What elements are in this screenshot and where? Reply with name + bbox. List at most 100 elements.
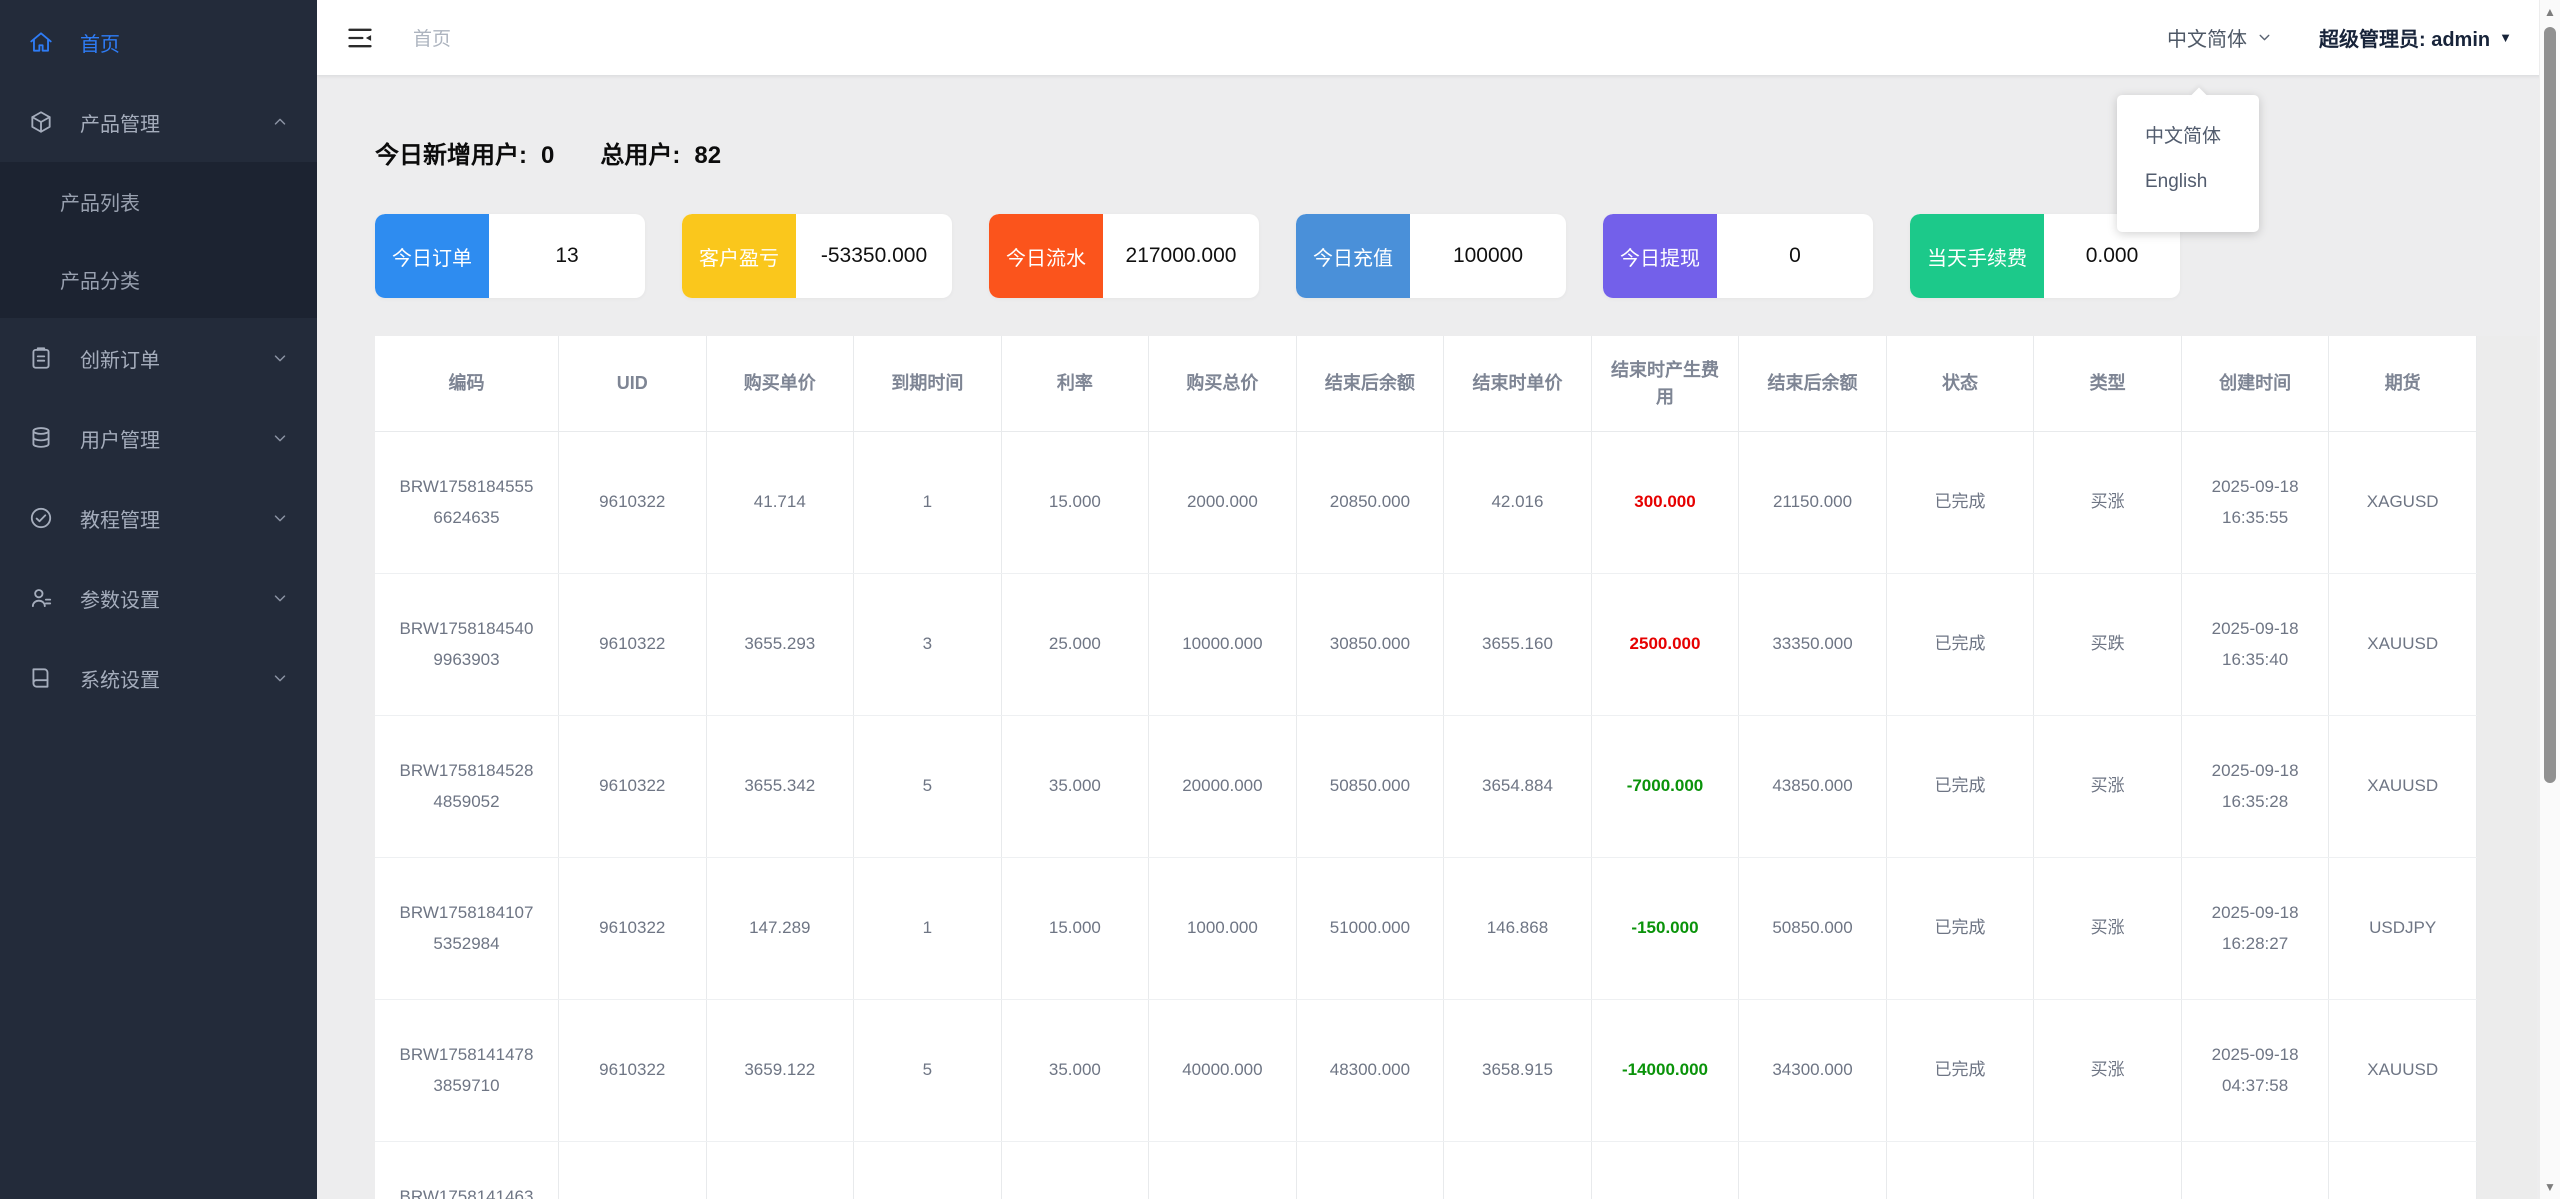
cell-futures: XAUUSD [2328,999,2477,1142]
book-icon [28,665,54,691]
cell-buy_price: 3655.293 [706,573,855,716]
sidebar-item-6[interactable]: 系统设置 [0,638,317,718]
cell-end_price: 146.868 [1443,857,1592,1000]
sidebar-item-4[interactable]: 教程管理 [0,478,317,558]
column-header: 结束后余额 [1738,336,1887,432]
cell-type: 买涨 [2033,431,2182,574]
sidebar-menu: 首页产品管理产品列表 产品分类创新订单用户管理教程管理参数设置系统设置 [0,0,317,718]
cell-total: 1000.000 [1148,857,1297,1000]
cell-status: 已完成 [1886,431,2035,574]
stat-card-value: 13 [555,244,579,267]
cell-rate: 15.000 [1001,431,1150,574]
sidebar-item-label: 首页 [80,33,120,56]
scrollbar-up-arrow[interactable]: ▲ [2540,5,2560,19]
total-users-label: 总用户: [600,142,681,169]
language-current: 中文简体 [2167,29,2247,51]
cell-balance_end: 21150.000 [1738,431,1887,574]
cell-code: BRW17581414783859710 [375,999,559,1142]
chevron-down-icon [271,349,289,367]
cell-expire: 5 [853,999,1002,1142]
sidebar-item-1[interactable]: 产品管理 [0,82,317,162]
user-icon [28,585,54,611]
language-options: 中文简体 English [2117,110,2259,206]
sidebar-item-label: 教程管理 [80,509,160,532]
sidebar-item-5[interactable]: 参数设置 [0,558,317,638]
cell-fee: -7000.000 [1591,715,1740,858]
cell-created: 2025-09-18 16:28:27 [2181,857,2330,1000]
breadcrumb[interactable]: 首页 [413,24,451,51]
database-icon [28,425,54,451]
stat-card-1: 客户盈亏 -53350.000 [682,214,952,298]
sidebar-item-2[interactable]: 创新订单 [0,318,317,398]
page-scrollbar[interactable]: ▲ ▼ [2539,0,2560,1199]
cell-balance_end: 43850.000 [1738,715,1887,858]
column-header: 到期时间 [853,336,1002,432]
caret-down-icon: ▼ [2499,30,2512,45]
table-header-row: 编码 UID 购买单价 到期时间 利率 购买总价 结束后余额 结束时单价 结束时产生费用 结束后余… [375,336,2477,432]
orders-table-card: 编码 UID 购买单价 到期时间 利率 购买总价 结束后余额 结束时单价 结束时产生费用 结束后余… [375,336,2537,1199]
sidebar-subitem-0[interactable]: 产品列表 [0,162,317,240]
cell-total: 20000.000 [1148,1141,1297,1199]
cell-total: 20000.000 [1148,715,1297,858]
cell-futures: USDJPY [2328,857,2477,1000]
cell-code: BRW17581845409963903 [375,573,559,716]
sidebar-item-label: 参数设置 [80,589,160,612]
stat-card-value: 100000 [1452,244,1524,267]
stat-card-label: 今日充值 [1296,214,1410,298]
scrollbar-thumb[interactable] [2544,27,2556,783]
sidebar-item-0[interactable]: 首页 [0,2,317,82]
chevron-up-icon [271,113,289,131]
cell-fee: 300.000 [1591,431,1740,574]
sidebar-subitem-1[interactable]: 产品分类 [0,240,317,318]
cell-created: 2025-09-18 16:35:28 [2181,715,2330,858]
sidebar-item-label: 产品管理 [80,113,160,136]
cell-uid: 9610322 [558,715,707,858]
cell-created: 2025-09-18 16:35:55 [2181,431,2330,574]
cell-balance_after: 20850.000 [1296,431,1445,574]
cell-buy_price: 3655.342 [706,715,855,858]
language-option-0[interactable]: 中文简体 [2117,110,2259,158]
new-users-value: 0 [541,142,555,169]
cell-status: 已完成 [1886,715,2035,858]
stat-card-value: -53350.000 [820,244,928,267]
language-dropdown: 中文简体 English [2117,87,2259,232]
chevron-down-icon [2256,29,2273,46]
column-header: UID [558,336,707,432]
cell-created: 2025-09-18 [2181,1141,2330,1199]
cell-type: 买涨 [2033,857,2182,1000]
sidebar-item-label: 用户管理 [80,429,160,452]
sidebar: 首页产品管理产品列表 产品分类创新订单用户管理教程管理参数设置系统设置 [0,0,317,1199]
column-header: 购买总价 [1148,336,1297,432]
cell-balance_after: 48300.000 [1296,999,1445,1142]
cell-end_price: 42.016 [1443,431,1592,574]
cell-type: 买涨 [2033,1141,2182,1199]
cell-end_price: 3655.160 [1443,573,1592,716]
cell-total: 10000.000 [1148,573,1297,716]
cell-futures: XAUUSD [2328,573,2477,716]
sidebar-item-label: 创新订单 [80,349,160,372]
cell-uid: 9610322 [558,1141,707,1199]
language-dropdown-trigger[interactable]: 中文简体 [2167,23,2273,52]
cell-balance_end: 50850.000 [1738,857,1887,1000]
cell-code: BRW17581845284859052 [375,715,559,858]
topbar-right: 中文简体 超级管理员: admin ▼ [2167,23,2512,52]
cell-type: 买跌 [2033,573,2182,716]
column-header: 购买单价 [706,336,855,432]
admin-menu-trigger[interactable]: 超级管理员: admin ▼ [2319,23,2512,52]
cell-buy_price: 41.714 [706,431,855,574]
home-icon [28,29,54,55]
column-header: 编码 [375,336,559,432]
stat-card-label: 今日流水 [989,214,1103,298]
cell-created: 2025-09-18 04:37:58 [2181,999,2330,1142]
cell-fee: -150.000 [1591,857,1740,1000]
chevron-down-icon [271,429,289,447]
language-option-1[interactable]: English [2117,158,2259,206]
column-header: 结束后余额 [1296,336,1445,432]
scrollbar-down-arrow[interactable]: ▼ [2540,1180,2560,1194]
total-users-value: 82 [694,142,722,169]
cell-expire: 1 [853,857,1002,1000]
sidebar-item-3[interactable]: 用户管理 [0,398,317,478]
table-row: BRW17581414783859710 9610322 3659.122 5 35.0… [375,999,2477,1142]
cell-total: 2000.000 [1148,431,1297,574]
menu-fold-icon[interactable] [345,24,375,52]
